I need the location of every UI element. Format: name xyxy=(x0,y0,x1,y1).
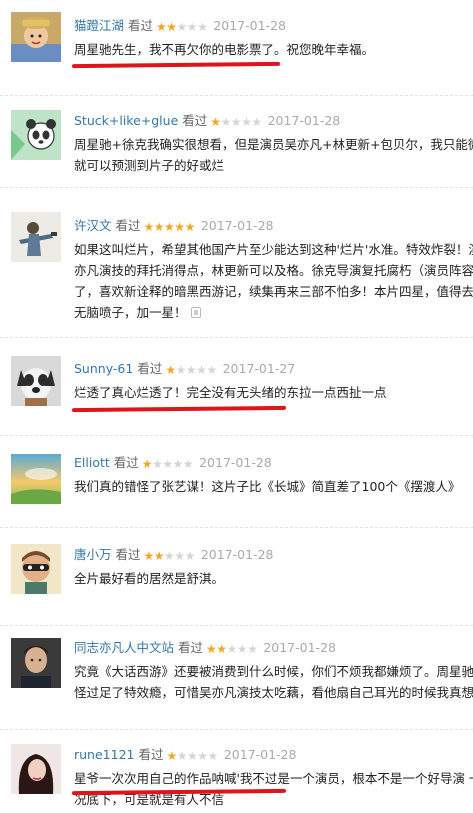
username-link[interactable]: 同志亦凡人中文站 xyxy=(74,640,174,655)
review-item: Elliott 看过 ★★★★★ 2017-01-28 我们真的错怪了张艺谋！这片子比… xyxy=(0,436,473,528)
review-line: 怪过足了特效瘾，可惜吴亦凡演技太吃藕，看他扇自己耳光的时候我真想冲 xyxy=(74,685,473,700)
review-line: 我们真的错怪了张艺谋！这片子比《长城》简直差了100个《摆渡人》 xyxy=(74,479,461,494)
username-link[interactable]: Stuck+like+glue xyxy=(74,113,178,128)
review-line: 究竟《大话西游》还要被消费到什么时候，你们不烦我都嫌烦了。周星驰这 xyxy=(74,664,473,679)
review-date: 2017-01-27 xyxy=(222,361,296,376)
username-link[interactable]: Elliott xyxy=(74,455,110,470)
review-meta: 同志亦凡人中文站 看过 ★★★★★ 2017-01-28 xyxy=(74,639,336,657)
review-text: 周星驰先生，我不再欠你的电影票了。祝您晚年幸福。 xyxy=(74,39,473,60)
review-item: Sunny-61 看过 ★★★★★ 2017-01-27 烂透了真心烂透了！完全没有无… xyxy=(0,338,473,436)
review-line: 了，喜欢新诠释的暗黑西游记，续集再来三部不怕多！本片四星，值得去影 xyxy=(74,284,473,299)
review-item: rune1121 看过 ★★★★★ 2017-01-28 星爷一次次用自己的作品呐喊'… xyxy=(0,730,473,813)
rating-stars: ★★★★★ xyxy=(165,363,217,377)
sunset-sky-avatar[interactable] xyxy=(11,454,61,504)
review-line: 无脑喷子，加一星！ xyxy=(74,302,473,323)
watched-label: 看过 xyxy=(115,547,141,562)
review-meta: Sunny-61 看过 ★★★★★ 2017-01-27 xyxy=(74,360,295,378)
review-line: 就可以预测到片子的好或烂 xyxy=(74,158,225,173)
panda-cartoon-avatar[interactable] xyxy=(11,110,61,160)
review-line: 周星驰先生，我不再欠你的电影票了。祝您晚年幸福。 xyxy=(74,42,375,57)
review-meta: rune1121 看过 ★★★★★ 2017-01-28 xyxy=(74,746,296,764)
review-text: 烂透了真心烂透了！完全没有无头绪的东拉一点西扯一点 xyxy=(74,382,473,403)
masked-cartoon-avatar[interactable] xyxy=(11,544,61,594)
review-line: 周星驰+徐克我确实很想看，但是演员吴亦凡+林更新+包贝尔，我只能微笑 xyxy=(74,137,473,152)
review-date: 2017-01-28 xyxy=(200,218,274,233)
review-meta: Elliott 看过 ★★★★★ 2017-01-28 xyxy=(74,454,272,472)
review-line: 烂透了真心烂透了！完全没有无头绪的东拉一点西扯一点 xyxy=(74,385,387,400)
review-meta: 唐小万 看过 ★★★★★ 2017-01-28 xyxy=(74,546,273,564)
review-item: 同志亦凡人中文站 看过 ★★★★★ 2017-01-28 究竟《大话西游》还要被消费到… xyxy=(0,626,473,730)
review-meta: 许汉文 看过 ★★★★★ 2017-01-28 xyxy=(74,217,273,235)
rating-stars: ★★★★★ xyxy=(210,115,262,129)
rating-stars: ★★★★★ xyxy=(156,20,208,34)
review-text: 周星驰+徐克我确实很想看，但是演员吴亦凡+林更新+包贝尔，我只能微笑 就可以预测… xyxy=(74,134,473,176)
woman-portrait-avatar[interactable] xyxy=(11,744,61,794)
review-date: 2017-01-28 xyxy=(223,747,297,762)
review-meta: Stuck+like+glue 看过 ★★★★★ 2017-01-28 xyxy=(74,112,340,130)
review-date: 2017-01-28 xyxy=(199,455,272,470)
review-line: 亦凡演技的拜托消得点，林更新可以及格。徐克导演复托腐朽（演员阵容）太 xyxy=(74,263,473,278)
username-link[interactable]: 许汉文 xyxy=(74,218,112,233)
username-link[interactable]: rune1121 xyxy=(74,747,135,762)
rating-stars: ★★★★★ xyxy=(141,457,194,471)
rating-stars: ★★★★★ xyxy=(143,549,196,563)
review-text: 全片最好看的居然是舒淇。 xyxy=(74,568,473,589)
review-item: 唐小万 看过 ★★★★★ 2017-01-28 全片最好看的居然是舒淇。 xyxy=(0,528,473,626)
review-item: 许汉文 看过 ★★★★★ 2017-01-28 如果这叫烂片，希望其他国产片至少能达到… xyxy=(0,188,473,338)
red-underline-annotation xyxy=(71,61,281,69)
review-date: 2017-01-28 xyxy=(267,113,341,128)
dog-avatar[interactable] xyxy=(11,356,61,406)
review-date: 2017-01-28 xyxy=(213,18,286,33)
man-portrait-avatar[interactable] xyxy=(11,638,61,688)
review-item: Stuck+like+glue 看过 ★★★★★ 2017-01-28 周星驰+徐克我… xyxy=(0,96,473,188)
review-meta: 猫蹬江湖 看过 ★★★★★ 2017-01-28 xyxy=(74,17,286,35)
red-underline-annotation xyxy=(71,405,287,413)
watched-label: 看过 xyxy=(138,747,164,762)
username-link[interactable]: 猫蹬江湖 xyxy=(74,18,124,33)
username-link[interactable]: Sunny-61 xyxy=(74,361,133,376)
review-item: 猫蹬江湖 看过 ★★★★★ 2017-01-28 周星驰先生，我不再欠你的电影票了。祝… xyxy=(0,0,473,96)
figure-pose-avatar[interactable] xyxy=(11,212,61,262)
rating-stars: ★★★★★ xyxy=(143,220,196,234)
review-line: 星爷一次次用自己的作品呐喊'我不过是一个演员，根本不是一个好导演 一 xyxy=(74,771,473,786)
rating-stars: ★★★★★ xyxy=(166,749,219,763)
child-in-hat-avatar[interactable] xyxy=(11,12,61,62)
review-line: 全片最好看的居然是舒淇。 xyxy=(74,571,225,586)
review-line: 如果这叫烂片，希望其他国产片至少能达到这种'烂片'水准。特效炸裂！演 xyxy=(74,242,473,257)
report-icon[interactable] xyxy=(190,307,201,318)
review-text: 我们真的错怪了张艺谋！这片子比《长城》简直差了100个《摆渡人》 xyxy=(74,476,473,497)
username-link[interactable]: 唐小万 xyxy=(74,547,112,562)
watched-label: 看过 xyxy=(178,640,204,655)
review-date: 2017-01-28 xyxy=(200,547,274,562)
review-text: 如果这叫烂片，希望其他国产片至少能达到这种'烂片'水准。特效炸裂！演 亦凡演技的… xyxy=(74,239,473,323)
watched-label: 看过 xyxy=(182,113,208,128)
rating-stars: ★★★★★ xyxy=(206,642,258,656)
watched-label: 看过 xyxy=(115,218,141,233)
watched-label: 看过 xyxy=(128,18,154,33)
watched-label: 看过 xyxy=(137,361,163,376)
review-date: 2017-01-28 xyxy=(263,640,336,655)
watched-label: 看过 xyxy=(113,455,139,470)
review-text: 究竟《大话西游》还要被消费到什么时候，你们不烦我都嫌烦了。周星驰这 怪过足了特效… xyxy=(74,661,473,703)
